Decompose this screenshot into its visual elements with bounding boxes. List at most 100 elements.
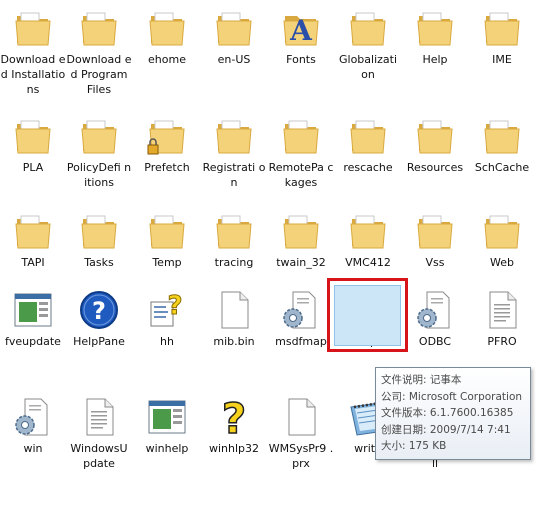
file-item-ime[interactable]: IME [469, 6, 535, 67]
file-item-label: msdfmap [275, 335, 327, 348]
file-item-ehome[interactable]: ehome [134, 6, 200, 67]
folder-icon [480, 6, 524, 50]
file-item-label: PFRO [487, 335, 517, 348]
file-item-label: winhlp32 [208, 442, 260, 455]
file-item-win[interactable]: win [0, 395, 66, 456]
file-item-hh[interactable]: ? hh [134, 288, 200, 349]
file-item-label: hh [160, 335, 174, 348]
folder-icon [212, 6, 256, 50]
file-item-schcache[interactable]: SchCache [469, 114, 535, 175]
file-item-pla[interactable]: PLA [0, 114, 66, 175]
tooltip-created: 创建日期: 2009/7/14 7:41 [381, 423, 511, 436]
file-item-fonts[interactable]: A Fonts [268, 6, 334, 67]
folder-icon [480, 114, 524, 158]
file-item-globalizati-on[interactable]: Globalizati on [335, 6, 401, 82]
file-item-download-ed-installatio-ns[interactable]: Download ed Installatio ns [0, 6, 66, 97]
file-item-fveupdate[interactable]: fveupdate [0, 288, 66, 349]
text-file-icon [77, 395, 121, 439]
file-item-label: Vss [425, 256, 445, 269]
file-item-label: VMC412 [345, 256, 391, 269]
file-item-wmsyspr9-prx[interactable]: WMSysPr9 .prx [268, 395, 334, 471]
file-item-tracing[interactable]: tracing [201, 209, 267, 270]
file-item-winhlp32[interactable]: ? winhlp32 [201, 395, 267, 456]
folder-icon [77, 209, 121, 253]
folder-icon [413, 6, 457, 50]
blank-file-icon [212, 288, 256, 332]
file-item-twain-32[interactable]: twain_32 [268, 209, 334, 270]
file-item-label: tracing [214, 256, 254, 269]
folder-icon [346, 209, 390, 253]
file-item-temp[interactable]: Temp [134, 209, 200, 270]
svg-text:?: ? [92, 297, 106, 325]
folder-icon [11, 114, 55, 158]
file-item-winhelp[interactable]: winhelp [134, 395, 200, 456]
file-item-helppane[interactable]: ? HelpPane [66, 288, 132, 349]
file-item-label: win [23, 442, 43, 455]
file-item-label: Resources [406, 161, 464, 174]
settings-file-icon [413, 288, 457, 332]
file-item-tapi[interactable]: TAPI [0, 209, 66, 270]
folder-icon [212, 114, 256, 158]
file-item-label: rescache [343, 161, 393, 174]
file-item-label: Temp [152, 256, 182, 269]
file-item-tasks[interactable]: Tasks [66, 209, 132, 270]
file-item-label: Fonts [286, 53, 316, 66]
folder-icon [413, 114, 457, 158]
file-item-en-us[interactable]: en-US [201, 6, 267, 67]
folder-icon [346, 6, 390, 50]
file-item-prefetch[interactable]: Prefetch [134, 114, 200, 175]
svg-text:?: ? [222, 395, 246, 439]
file-item-label: Help [422, 53, 448, 66]
file-item-odbc[interactable]: ODBC [402, 288, 468, 349]
file-item-label: SchCache [474, 161, 530, 174]
file-item-msdfmap[interactable]: msdfmap [268, 288, 334, 349]
file-item-label: Globalizati on [338, 53, 398, 81]
file-item-label: ODBC [418, 335, 452, 348]
file-item-label: Registrati on [202, 161, 266, 189]
file-item-registrati-on[interactable]: Registrati on [201, 114, 267, 190]
tooltip-description: 文件说明: 记事本 [381, 374, 462, 386]
file-item-resources[interactable]: Resources [402, 114, 468, 175]
file-item-label: twain_32 [276, 256, 326, 269]
help-file-icon: ? [145, 288, 189, 332]
file-item-rescache[interactable]: rescache [335, 114, 401, 175]
settings-file-icon [11, 395, 55, 439]
file-item-label: PLA [22, 161, 44, 174]
file-item-label: ehome [148, 53, 186, 66]
folder-icon [212, 209, 256, 253]
folder-icon [11, 209, 55, 253]
folder-icon [279, 209, 323, 253]
text-file-icon [480, 288, 524, 332]
file-item-pfro[interactable]: PFRO [469, 288, 535, 349]
file-item-label: mib.bin [213, 335, 255, 348]
file-item-label: HelpPane [73, 335, 125, 348]
locked-folder-icon [145, 114, 189, 158]
tooltip-version: 文件版本: 6.1.7600.16385 [381, 407, 514, 419]
file-item-vss[interactable]: Vss [402, 209, 468, 270]
file-item-label: PolicyDefi nitions [66, 161, 132, 189]
file-item-remotepa-ckages[interactable]: RemotePa ckages [268, 114, 334, 190]
app-window-icon [145, 395, 189, 439]
file-item-label: Download ed Program Files [66, 53, 132, 96]
svg-text:A: A [289, 14, 313, 47]
file-item-label: WMSysPr9 .prx [268, 442, 334, 470]
file-item-label: Prefetch [144, 161, 190, 174]
settings-file-icon [279, 288, 323, 332]
file-item-help[interactable]: Help [402, 6, 468, 67]
file-item-label: TAPI [21, 256, 45, 269]
folder-icon [11, 6, 55, 50]
file-item-vmc412[interactable]: VMC412 [335, 209, 401, 270]
folder-icon [346, 114, 390, 158]
file-item-web[interactable]: Web [469, 209, 535, 270]
tooltip-size: 大小: 175 KB [381, 440, 447, 452]
file-item-label: Tasks [84, 256, 114, 269]
file-item-label: Download ed Installatio ns [0, 53, 66, 96]
font-folder-icon: A [279, 6, 323, 50]
file-item-download-ed-program-files[interactable]: Download ed Program Files [66, 6, 132, 97]
folder-icon [480, 209, 524, 253]
file-item-mib-bin[interactable]: mib.bin [201, 288, 267, 349]
help-yellow-icon: ? [212, 395, 256, 439]
file-info-tooltip: 文件说明: 记事本 公司: Microsoft Corporation 文件版本… [375, 367, 531, 460]
file-item-policydefi-nitions[interactable]: PolicyDefi nitions [66, 114, 132, 190]
file-item-windowsu-pdate[interactable]: WindowsU pdate [66, 395, 132, 471]
